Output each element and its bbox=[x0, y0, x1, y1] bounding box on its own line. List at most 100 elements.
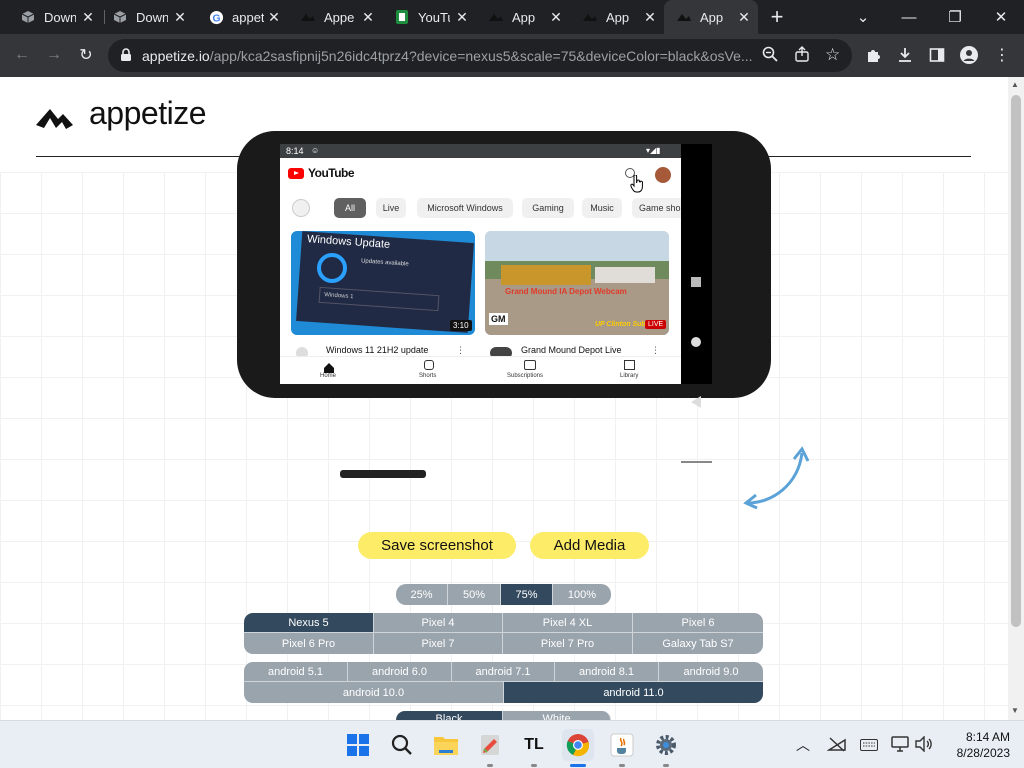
home-nav-icon[interactable] bbox=[691, 337, 701, 347]
video-thumbnail-1[interactable]: Windows Update Updates available Windows… bbox=[291, 231, 475, 335]
display-icon[interactable] bbox=[891, 736, 909, 757]
scale-25[interactable]: 25% bbox=[396, 584, 448, 605]
close-tab-icon[interactable]: ✕ bbox=[266, 9, 282, 25]
tab-8-active[interactable]: App ✕ bbox=[664, 0, 758, 34]
video-title-2[interactable]: Grand Mound Depot Live bbox=[521, 345, 622, 355]
chip-music[interactable]: Music bbox=[582, 198, 622, 218]
chip-game-shows[interactable]: Game sho bbox=[632, 198, 681, 218]
keyboard-icon[interactable] bbox=[860, 738, 878, 756]
nav-shorts[interactable]: Shorts bbox=[419, 373, 436, 379]
windows-start-icon[interactable] bbox=[342, 729, 374, 761]
clock-date[interactable]: 8/28/2023 bbox=[940, 746, 1010, 760]
device-pixel-4-xl[interactable]: Pixel 4 XL bbox=[503, 613, 633, 633]
scrollbar-thumb[interactable] bbox=[1011, 95, 1021, 627]
more-options-icon[interactable]: ⋮ bbox=[456, 345, 465, 356]
os-android-10-0[interactable]: android 10.0 bbox=[244, 682, 504, 703]
new-tab-icon[interactable]: + bbox=[766, 6, 788, 28]
add-media-button[interactable]: Add Media bbox=[530, 532, 649, 559]
save-screenshot-button[interactable]: Save screenshot bbox=[358, 532, 516, 559]
search-icon[interactable] bbox=[386, 729, 418, 761]
tab-7[interactable]: App ✕ bbox=[570, 0, 664, 34]
recents-icon[interactable] bbox=[691, 277, 701, 287]
extensions-icon[interactable] bbox=[858, 40, 888, 70]
share-icon[interactable] bbox=[794, 46, 810, 67]
home-icon[interactable] bbox=[324, 360, 334, 373]
os-android-8-1[interactable]: android 8.1 bbox=[555, 662, 659, 682]
settings-gear-icon[interactable] bbox=[650, 729, 682, 761]
close-tab-icon[interactable]: ✕ bbox=[172, 9, 188, 25]
chrome-icon[interactable] bbox=[562, 729, 594, 761]
color-black[interactable]: Black bbox=[396, 711, 503, 720]
os-android-5-1[interactable]: android 5.1 bbox=[244, 662, 348, 682]
show-hidden-icons-chevron[interactable]: ︿ bbox=[796, 735, 810, 755]
chip-live[interactable]: Live bbox=[376, 198, 406, 218]
clock-time[interactable]: 8:14 AM bbox=[940, 730, 1010, 744]
library-icon[interactable] bbox=[624, 360, 635, 370]
close-tab-icon[interactable]: ✕ bbox=[548, 9, 564, 25]
scale-50[interactable]: 50% bbox=[448, 584, 501, 605]
video-title-1[interactable]: Windows 11 21H2 update bbox=[326, 345, 428, 355]
nav-library[interactable]: Library bbox=[620, 373, 638, 379]
back-icon[interactable]: ← bbox=[7, 40, 37, 70]
network-off-icon[interactable] bbox=[826, 736, 847, 757]
bookmark-star-icon[interactable]: ☆ bbox=[825, 45, 840, 65]
close-tab-icon[interactable]: ✕ bbox=[80, 9, 96, 25]
tab-search-icon[interactable]: ⌄ bbox=[840, 0, 886, 34]
close-tab-icon[interactable]: ✕ bbox=[642, 9, 658, 25]
minimize-icon[interactable]: — bbox=[886, 0, 932, 34]
tab-4[interactable]: Appe ✕ bbox=[288, 0, 382, 34]
close-tab-icon[interactable]: ✕ bbox=[360, 9, 376, 25]
side-panel-icon[interactable] bbox=[922, 40, 952, 70]
chip-microsoft-windows[interactable]: Microsoft Windows bbox=[417, 198, 513, 218]
device-pixel-7[interactable]: Pixel 7 bbox=[374, 633, 503, 654]
account-avatar[interactable] bbox=[655, 167, 671, 183]
close-tab-icon[interactable]: ✕ bbox=[736, 9, 752, 25]
scale-75[interactable]: 75% bbox=[501, 584, 553, 605]
video-thumbnail-2[interactable]: Grand Mound IA Depot Webcam GM UP Clinto… bbox=[485, 231, 669, 335]
nav-subscriptions[interactable]: Subscriptions bbox=[507, 373, 543, 379]
chip-all[interactable]: All bbox=[334, 198, 366, 218]
device-pixel-4[interactable]: Pixel 4 bbox=[374, 613, 503, 633]
tab-6[interactable]: App ✕ bbox=[476, 0, 570, 34]
scroll-up-icon[interactable]: ▲ bbox=[1011, 80, 1019, 89]
zoom-icon[interactable] bbox=[762, 46, 778, 66]
download-icon[interactable] bbox=[890, 40, 920, 70]
device-pixel-7-pro[interactable]: Pixel 7 Pro bbox=[503, 633, 633, 654]
chip-gaming[interactable]: Gaming bbox=[522, 198, 574, 218]
tab-2[interactable]: Down ✕ bbox=[100, 0, 194, 34]
forward-icon[interactable]: → bbox=[39, 40, 69, 70]
restore-icon[interactable]: ❐ bbox=[932, 0, 978, 34]
file-explorer-icon[interactable] bbox=[430, 729, 462, 761]
device-galaxy-tab-s7[interactable]: Galaxy Tab S7 bbox=[633, 633, 763, 654]
address-bar[interactable]: appetize.io/app/kca2sasfipnij5n26idc4tpr… bbox=[108, 39, 852, 72]
notepad-icon[interactable] bbox=[474, 729, 506, 761]
volume-icon[interactable] bbox=[915, 735, 933, 757]
scroll-down-icon[interactable]: ▼ bbox=[1011, 706, 1019, 715]
os-android-11-0[interactable]: android 11.0 bbox=[504, 682, 763, 703]
back-nav-icon[interactable] bbox=[691, 396, 701, 408]
reload-icon[interactable]: ↻ bbox=[71, 40, 101, 70]
os-android-7-1[interactable]: android 7.1 bbox=[452, 662, 555, 682]
device-nexus-5[interactable]: Nexus 5 bbox=[244, 613, 374, 633]
menu-kebab-icon[interactable]: ⋮ bbox=[987, 40, 1017, 70]
java-icon[interactable] bbox=[606, 729, 638, 761]
tl-app-icon[interactable]: TL bbox=[518, 729, 550, 761]
more-options-icon[interactable]: ⋮ bbox=[651, 345, 660, 356]
tab-5[interactable]: YouTu ✕ bbox=[382, 0, 476, 34]
close-tab-icon[interactable]: ✕ bbox=[454, 9, 470, 25]
rotate-device-icon[interactable] bbox=[742, 445, 810, 510]
scale-100[interactable]: 100% bbox=[553, 584, 611, 605]
profile-icon[interactable] bbox=[954, 40, 984, 70]
color-white[interactable]: White bbox=[503, 711, 611, 720]
device-pixel-6-pro[interactable]: Pixel 6 Pro bbox=[244, 633, 374, 654]
tab-3[interactable]: G appet ✕ bbox=[194, 0, 288, 34]
device-screen[interactable]: 8:14 ☺ ▾◢▮ YouTube All Live Microsoft Wi… bbox=[280, 144, 681, 384]
device-pixel-6[interactable]: Pixel 6 bbox=[633, 613, 763, 633]
tab-1[interactable]: Down ✕ bbox=[8, 0, 102, 34]
explore-compass-icon[interactable] bbox=[292, 199, 310, 217]
shorts-icon[interactable] bbox=[424, 360, 434, 370]
os-android-6-0[interactable]: android 6.0 bbox=[348, 662, 452, 682]
subscriptions-icon[interactable] bbox=[524, 360, 536, 370]
os-android-9-0[interactable]: android 9.0 bbox=[659, 662, 763, 682]
nav-home[interactable]: Home bbox=[320, 373, 336, 379]
